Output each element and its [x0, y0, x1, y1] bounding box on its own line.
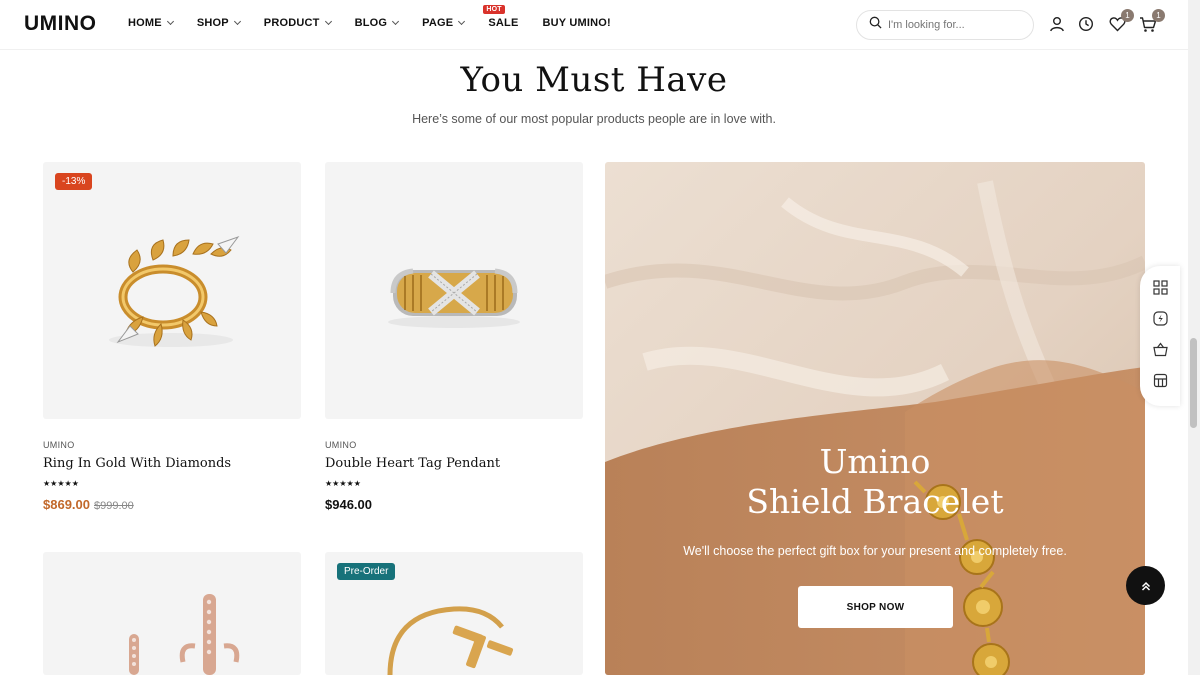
user-icon[interactable]	[1048, 15, 1066, 33]
sale-price: $869.00	[43, 497, 90, 512]
logo[interactable]: UMINO	[24, 12, 97, 36]
rating-stars: ★★★★★	[43, 479, 79, 488]
search-icon[interactable]	[869, 16, 882, 34]
scrollbar-thumb[interactable]	[1190, 338, 1197, 428]
product-image[interactable]: Pre-Order	[325, 552, 583, 675]
nav-product[interactable]: PRODUCT	[263, 17, 332, 29]
flash-icon[interactable]	[1152, 310, 1168, 331]
nav-blog[interactable]: BLOG	[354, 17, 400, 29]
chevron-down-icon	[392, 17, 400, 26]
product-card[interactable]: Pre-Order	[325, 552, 583, 675]
back-to-top-button[interactable]	[1126, 566, 1165, 605]
old-price: $999.00	[94, 500, 134, 512]
hot-badge: HOT	[483, 5, 505, 14]
section-subtitle: Here’s some of our most popular products…	[412, 112, 776, 126]
product-name[interactable]: Double Heart Tag Pendant	[325, 456, 583, 471]
product-brand[interactable]: UMINO	[325, 440, 583, 450]
side-toolbar	[1140, 266, 1180, 406]
nav-buy-umino[interactable]: BUY UMINO!	[542, 17, 610, 29]
shop-now-button[interactable]: SHOP NOW	[798, 586, 953, 628]
product-image[interactable]	[43, 552, 301, 675]
search-input[interactable]	[888, 19, 1018, 31]
page-scrollbar[interactable]	[1188, 0, 1200, 675]
promo-banner[interactable]: Umino Shield Bracelet We'll choose the p…	[605, 162, 1145, 675]
rating-stars: ★★★★★	[325, 479, 361, 488]
section-title: You Must Have	[460, 60, 728, 100]
nav-page-label: PAGE	[422, 17, 454, 29]
chevron-down-icon	[324, 17, 332, 26]
nav-product-label: PRODUCT	[263, 17, 320, 29]
product-image[interactable]: -13%	[43, 162, 301, 419]
chevron-down-icon	[233, 17, 241, 26]
history-icon[interactable]	[1077, 15, 1095, 33]
wishlist-count: 1	[1121, 9, 1134, 22]
nav-sale-label: SALE	[488, 17, 519, 29]
cart-count: 1	[1152, 9, 1165, 22]
site-header: UMINO HOME SHOP PRODUCT BLOG PAGE HOT SAL…	[0, 0, 1188, 50]
nav-page[interactable]: PAGE	[422, 17, 466, 29]
product-image[interactable]	[325, 162, 583, 419]
preorder-badge: Pre-Order	[337, 563, 396, 580]
nav-buy-umino-label: BUY UMINO!	[542, 17, 611, 29]
nav-home[interactable]: HOME	[128, 17, 174, 29]
product-brand[interactable]: UMINO	[43, 440, 301, 450]
banner-description: We'll choose the perfect gift box for yo…	[683, 544, 1067, 558]
main-nav: HOME SHOP PRODUCT BLOG PAGE HOT SALE BUY …	[128, 5, 635, 29]
chevron-down-icon	[458, 17, 466, 26]
search-box[interactable]	[856, 10, 1034, 40]
banner-title-line1: Umino	[819, 442, 931, 481]
basket-icon[interactable]	[1152, 342, 1168, 362]
wishlist-button[interactable]: 1	[1108, 9, 1134, 33]
double-chevron-up-icon	[1141, 581, 1150, 591]
chevron-down-icon	[166, 17, 174, 26]
product-card[interactable]	[43, 552, 301, 675]
product-card[interactable]: -13% UMINO Ring In Gold With Diamonds ★★…	[43, 162, 301, 512]
regular-price: $946.00	[325, 497, 372, 512]
nav-shop[interactable]: SHOP	[196, 17, 241, 29]
x-band-ring-image	[388, 268, 520, 328]
product-price: $946.00	[325, 497, 583, 512]
grid-icon[interactable]	[1152, 279, 1168, 300]
banner-text: Umino Shield Bracelet We'll choose the p…	[605, 442, 1145, 558]
product-name[interactable]: Ring In Gold With Diamonds	[43, 456, 301, 471]
cart-button[interactable]: 1	[1139, 9, 1165, 33]
product-price: $869.00 $999.00	[43, 497, 301, 512]
product-card[interactable]: UMINO Double Heart Tag Pendant ★★★★★ $94…	[325, 162, 583, 512]
nav-blog-label: BLOG	[354, 17, 388, 29]
page: UMINO HOME SHOP PRODUCT BLOG PAGE HOT SAL…	[0, 0, 1200, 675]
gold-leaf-ring-image	[109, 235, 240, 347]
banner-title-line2: Shield Bracelet	[746, 482, 1004, 521]
store-icon[interactable]	[1153, 373, 1168, 393]
nav-home-label: HOME	[128, 17, 162, 29]
nav-shop-label: SHOP	[196, 17, 229, 29]
rose-gold-earrings-image	[129, 594, 240, 675]
nav-sale[interactable]: HOT SALE	[483, 5, 519, 29]
discount-badge: -13%	[55, 173, 93, 190]
